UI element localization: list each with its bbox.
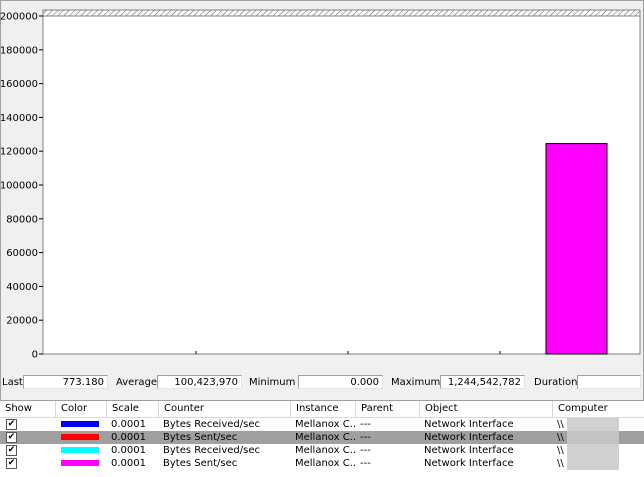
- minimum-value: 0.000: [298, 375, 383, 389]
- column-header-color[interactable]: Color: [56, 401, 107, 417]
- average-label: Average: [116, 377, 158, 388]
- counter-list-header: Show Color Scale Counter Instance Parent…: [0, 401, 644, 418]
- last-value: 773.180: [23, 375, 108, 389]
- object-cell: Network Interface: [424, 432, 514, 443]
- y-tick-label: 180000: [0, 45, 38, 56]
- counter-cell: Bytes Sent/sec: [163, 458, 238, 469]
- redacted-computer-name: [567, 431, 619, 444]
- computer-cell: \\: [557, 458, 564, 469]
- y-tick-label: 20000: [6, 316, 38, 327]
- computer-cell: \\: [557, 419, 564, 430]
- show-checkbox[interactable]: ✔: [6, 432, 17, 443]
- scale-cell: 0.0001: [111, 432, 146, 443]
- instance-cell: Mellanox C...: [295, 445, 355, 456]
- counter-cell: Bytes Received/sec: [163, 445, 260, 456]
- maximum-label: Maximum: [391, 377, 441, 388]
- counter-row[interactable]: ✔ 0.0001 Bytes Received/sec Mellanox C... --…: [0, 418, 644, 431]
- color-swatch: [61, 434, 99, 440]
- show-checkbox[interactable]: ✔: [6, 419, 17, 430]
- column-header-show[interactable]: Show: [0, 401, 56, 417]
- counter-row[interactable]: ✔ 0.0001 Bytes Received/sec Mellanox C... --…: [0, 444, 644, 457]
- column-header-object[interactable]: Object: [420, 401, 553, 417]
- redacted-computer-name: [567, 457, 619, 470]
- object-cell: Network Interface: [424, 445, 514, 456]
- counter-list[interactable]: Show Color Scale Counter Instance Parent…: [0, 400, 644, 477]
- parent-cell: ---: [360, 432, 371, 443]
- color-swatch: [61, 460, 99, 466]
- parent-cell: ---: [360, 458, 371, 469]
- column-header-parent[interactable]: Parent: [356, 401, 420, 417]
- histogram-chart: 0 20000 40000 60000 80000 100000 120000 140000 1…: [0, 9, 641, 361]
- last-label: Last: [2, 377, 23, 388]
- redacted-computer-name: [567, 444, 619, 457]
- y-tick-label: 140000: [0, 113, 38, 124]
- y-tick-label: 120000: [0, 147, 38, 158]
- minimum-label: Minimum: [249, 377, 296, 388]
- counter-row[interactable]: ✔ 0.0001 Bytes Sent/sec Mellanox C... --- Net…: [0, 431, 644, 444]
- column-header-instance[interactable]: Instance: [291, 401, 356, 417]
- instance-cell: Mellanox C...: [295, 419, 355, 430]
- instance-cell: Mellanox C...: [295, 458, 355, 469]
- overflow-hatch: [42, 9, 641, 17]
- show-checkbox[interactable]: ✔: [6, 458, 17, 469]
- redacted-computer-name: [567, 418, 619, 431]
- parent-cell: ---: [360, 445, 371, 456]
- parent-cell: ---: [360, 419, 371, 430]
- column-header-counter[interactable]: Counter: [159, 401, 291, 417]
- y-tick-label: 100000: [0, 181, 38, 192]
- y-tick-label: 0: [32, 350, 38, 361]
- column-header-computer[interactable]: Computer: [553, 401, 644, 417]
- color-swatch: [61, 421, 99, 427]
- y-tick-label: 60000: [6, 248, 38, 259]
- y-tick-label: 40000: [6, 282, 38, 293]
- histogram-bar: [545, 143, 608, 355]
- y-tick-label: 160000: [0, 79, 38, 90]
- scale-cell: 0.0001: [111, 419, 146, 430]
- y-tick-label: 80000: [6, 214, 38, 225]
- scale-cell: 0.0001: [111, 458, 146, 469]
- duration-value: [577, 375, 641, 389]
- column-header-scale[interactable]: Scale: [107, 401, 159, 417]
- y-tick-label: 200000: [0, 12, 38, 23]
- show-checkbox[interactable]: ✔: [6, 445, 17, 456]
- maximum-value: 1,244,542,782: [440, 375, 525, 389]
- object-cell: Network Interface: [424, 458, 514, 469]
- scale-cell: 0.0001: [111, 445, 146, 456]
- computer-cell: \\: [557, 432, 564, 443]
- duration-label: Duration: [534, 377, 578, 388]
- computer-cell: \\: [557, 445, 564, 456]
- counter-cell: Bytes Received/sec: [163, 419, 260, 430]
- counter-cell: Bytes Sent/sec: [163, 432, 238, 443]
- statistics-bar: Last 773.180 Average 100,423,970 Minimum…: [0, 375, 644, 391]
- average-value: 100,423,970: [157, 375, 242, 389]
- color-swatch: [61, 447, 99, 453]
- instance-cell: Mellanox C...: [295, 432, 355, 443]
- counter-row[interactable]: ✔ 0.0001 Bytes Sent/sec Mellanox C... --- Net…: [0, 457, 644, 470]
- object-cell: Network Interface: [424, 419, 514, 430]
